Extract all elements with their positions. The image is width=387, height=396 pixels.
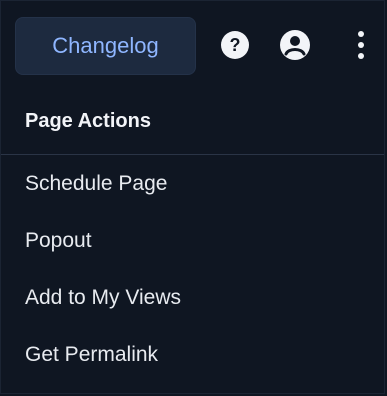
menu-item-get-permalink[interactable]: Get Permalink [1,326,384,383]
top-toolbar: Changelog ? [1,1,384,89]
menu-title: Page Actions [1,89,384,155]
more-options-button[interactable] [339,23,383,67]
more-vertical-icon [355,29,367,61]
menu-item-schedule-page[interactable]: Schedule Page [1,155,384,212]
help-circle-icon: ? [219,29,251,61]
svg-text:?: ? [230,35,241,55]
changelog-button[interactable]: Changelog [15,17,196,75]
user-circle-icon [278,28,312,62]
user-account-button[interactable] [273,23,317,67]
menu-item-add-to-my-views[interactable]: Add to My Views [1,269,384,326]
page-actions-menu: Page Actions Schedule Page Popout Add to… [1,89,384,393]
app-window: Changelog ? Page Actions Schedule Page P… [0,0,385,394]
help-button[interactable]: ? [213,23,257,67]
menu-item-popout[interactable]: Popout [1,212,384,269]
